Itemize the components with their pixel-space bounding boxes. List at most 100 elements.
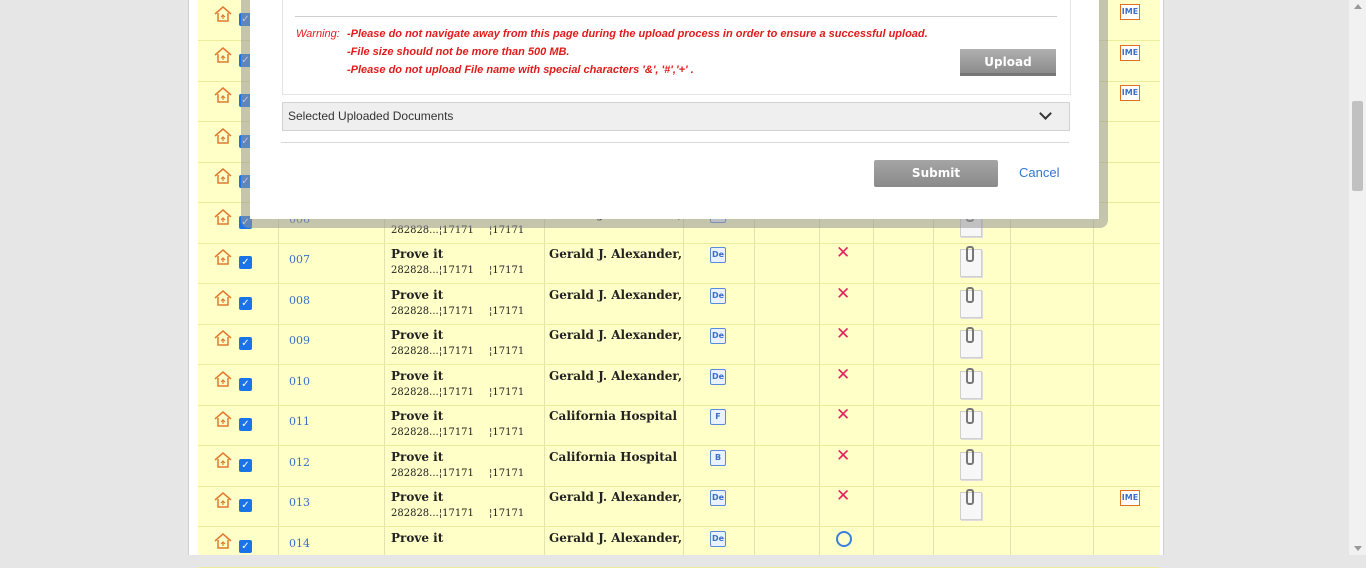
- table-row: ✓ 007 Prove it 282828...¦17171 ¦17171 Gerald …: [198, 243, 1160, 284]
- scroll-up-icon[interactable]: [1354, 4, 1362, 9]
- x-icon[interactable]: ✕: [836, 407, 850, 424]
- row-details: 282828...¦17171 ¦17171: [391, 427, 531, 438]
- row-checkbox[interactable]: ✓: [239, 256, 252, 269]
- row-number-link[interactable]: 009: [289, 334, 310, 347]
- x-icon[interactable]: ✕: [836, 245, 850, 262]
- divider: [295, 16, 1057, 17]
- submit-documents-button[interactable]: Submit Documents: [874, 160, 998, 207]
- action-label: Prove it: [391, 530, 444, 545]
- attachment-icon[interactable]: [960, 408, 982, 439]
- date-text: ¦17171: [489, 305, 525, 317]
- x-icon[interactable]: ✕: [836, 447, 850, 465]
- row-details: 282828...¦17171 ¦17171: [391, 387, 531, 398]
- row-number-link[interactable]: 008: [289, 294, 310, 307]
- document-type-icon[interactable]: De: [710, 490, 726, 506]
- date-text: ¦17171: [489, 427, 525, 438]
- x-icon[interactable]: ✕: [836, 366, 850, 384]
- home-upload-icon[interactable]: [214, 370, 232, 387]
- selected-documents-accordion[interactable]: Selected Uploaded Documents: [282, 102, 1070, 131]
- chevron-down-icon[interactable]: [1039, 107, 1052, 120]
- date-text: ¦17171: [438, 508, 474, 519]
- home-upload-icon[interactable]: [214, 208, 232, 225]
- row-checkbox[interactable]: ✓: [239, 539, 252, 553]
- document-type-icon[interactable]: F: [710, 409, 726, 425]
- document-type-icon[interactable]: De: [710, 328, 726, 344]
- home-upload-icon[interactable]: [214, 87, 232, 103]
- document-type-icon[interactable]: De: [710, 247, 726, 263]
- row-number-link[interactable]: 012: [289, 456, 310, 469]
- row-details: 282828...¦17171 ¦17171: [391, 265, 531, 276]
- ime-icon[interactable]: IME: [1120, 85, 1140, 101]
- row-number-link[interactable]: 007: [289, 253, 310, 266]
- upload-panel: Warning: -Please do not navigate away fr…: [282, 0, 1071, 95]
- party-name: California Hospital M...: [549, 409, 681, 423]
- document-type-icon[interactable]: B: [710, 449, 726, 466]
- attachment-icon[interactable]: [960, 448, 982, 480]
- table-row: ✓ 014 Prove it Gerald J. Alexander, ... De: [198, 527, 1160, 568]
- action-label: Prove it: [391, 409, 444, 423]
- document-type-icon[interactable]: De: [710, 287, 726, 304]
- row-details: 282828...¦17171 ¦17171: [391, 346, 531, 357]
- row-checkbox[interactable]: ✓: [239, 418, 252, 431]
- warning-line-3: -Please do not upload File name with spe…: [347, 64, 694, 76]
- divider: [281, 142, 1069, 143]
- action-label: Prove it: [391, 490, 444, 504]
- party-name: Gerald J. Alexander, ...: [549, 530, 681, 545]
- row-checkbox[interactable]: ✓: [239, 458, 252, 472]
- home-upload-icon[interactable]: [214, 451, 232, 468]
- attachment-icon[interactable]: [960, 286, 982, 318]
- attachment-icon[interactable]: [960, 327, 982, 358]
- document-type-icon[interactable]: De: [710, 530, 726, 547]
- home-upload-icon[interactable]: [214, 46, 232, 63]
- home-upload-icon[interactable]: [214, 168, 232, 184]
- row-checkbox[interactable]: ✓: [239, 377, 252, 391]
- page-scrollbar[interactable]: [1349, 0, 1366, 555]
- home-upload-icon[interactable]: [214, 492, 232, 508]
- ref-text: 282828...: [391, 265, 439, 276]
- attachment-icon[interactable]: [960, 367, 982, 399]
- home-upload-icon[interactable]: [214, 289, 232, 306]
- row-number-link[interactable]: 014: [289, 537, 310, 550]
- row-checkbox[interactable]: ✓: [239, 499, 252, 512]
- attachment-icon[interactable]: [960, 489, 982, 520]
- date-text: ¦17171: [489, 386, 525, 398]
- upload-modal: Warning: -Please do not navigate away fr…: [250, 0, 1099, 219]
- ime-icon[interactable]: IME: [1120, 44, 1140, 61]
- ref-text: 282828...: [391, 508, 439, 519]
- x-icon[interactable]: ✕: [836, 488, 850, 505]
- ref-text: 282828...: [391, 467, 439, 479]
- action-label: Prove it: [391, 368, 444, 383]
- document-type-icon[interactable]: De: [710, 368, 726, 385]
- party-name: California Hospital M...: [549, 449, 681, 464]
- date-text: ¦17171: [438, 346, 474, 357]
- date-text: ¦17171: [489, 346, 525, 357]
- home-upload-icon[interactable]: [214, 532, 232, 549]
- home-upload-icon[interactable]: [214, 330, 232, 346]
- scroll-down-icon[interactable]: [1354, 546, 1362, 551]
- row-number-link[interactable]: 010: [289, 375, 310, 388]
- table-row: ✓ 012 Prove it 282828...¦17171 ¦17171 Califor…: [198, 446, 1160, 487]
- ref-text: 282828...: [391, 305, 439, 317]
- accordion-title: Selected Uploaded Documents: [288, 109, 454, 123]
- row-details: 282828...¦17171 ¦17171: [391, 468, 531, 479]
- ime-icon[interactable]: IME: [1120, 4, 1140, 20]
- cancel-link[interactable]: Cancel: [1019, 165, 1059, 180]
- home-upload-icon[interactable]: [214, 249, 232, 265]
- row-number-link[interactable]: 013: [289, 496, 310, 509]
- clock-icon: [836, 530, 852, 547]
- attachment-icon[interactable]: [960, 246, 982, 277]
- row-checkbox[interactable]: ✓: [239, 337, 252, 350]
- table-row: ✓ 010 Prove it 282828...¦17171 ¦17171 Gerald …: [198, 365, 1160, 406]
- date-text: ¦17171: [438, 386, 474, 398]
- scroll-thumb[interactable]: [1352, 101, 1363, 191]
- home-upload-icon[interactable]: [214, 411, 232, 427]
- x-icon[interactable]: ✕: [836, 285, 850, 303]
- x-icon[interactable]: ✕: [836, 326, 850, 343]
- party-name: Gerald J. Alexander, ...: [549, 328, 681, 342]
- row-number-link[interactable]: 011: [289, 415, 310, 428]
- row-checkbox[interactable]: ✓: [239, 296, 252, 310]
- home-upload-icon[interactable]: [214, 127, 232, 144]
- ime-icon[interactable]: IME: [1120, 490, 1140, 506]
- home-upload-icon[interactable]: [214, 6, 232, 22]
- upload-button[interactable]: Upload: [960, 49, 1056, 76]
